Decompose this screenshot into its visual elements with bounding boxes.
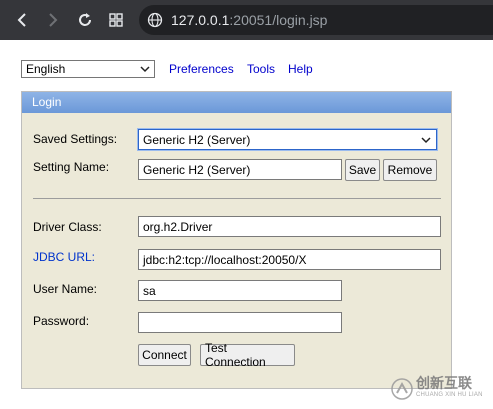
apps-button[interactable] <box>102 6 130 34</box>
saved-settings-select[interactable]: Generic H2 (Server) <box>138 129 437 150</box>
globe-icon <box>147 12 163 28</box>
chevron-down-icon <box>421 137 431 144</box>
password-input[interactable] <box>138 312 342 333</box>
browser-toolbar: 127.0.0.1:20051/login.jsp <box>0 0 493 40</box>
tools-link[interactable]: Tools <box>247 62 275 76</box>
watermark: 创新互联 CHUANG XIN HU LIAN <box>391 369 493 409</box>
driver-class-label: Driver Class: <box>33 220 102 234</box>
login-panel: Login Saved Settings: Generic H2 (Server… <box>21 91 452 389</box>
language-select[interactable]: English <box>21 60 155 78</box>
watermark-main: 创新互联 <box>416 375 472 391</box>
preferences-link[interactable]: Preferences <box>169 62 234 76</box>
save-button[interactable]: Save <box>345 159 380 181</box>
password-label: Password: <box>33 314 90 328</box>
setting-name-label: Setting Name: <box>33 160 110 174</box>
back-icon <box>17 13 26 27</box>
reload-icon <box>79 13 91 26</box>
chevron-down-icon <box>140 66 150 73</box>
url-text: 127.0.0.1:20051/login.jsp <box>171 12 327 28</box>
connect-button[interactable]: Connect <box>138 344 191 366</box>
jdbc-url-input[interactable]: jdbc:h2:tcp://localhost:20050/X <box>138 249 441 270</box>
jdbc-url-link[interactable]: JDBC URL: <box>33 250 95 264</box>
saved-settings-label: Saved Settings: <box>33 132 118 146</box>
back-button[interactable] <box>8 6 36 34</box>
divider <box>33 198 441 199</box>
reload-button[interactable] <box>71 6 99 34</box>
url-host: 127.0.0.1 <box>171 12 230 28</box>
forward-button[interactable] <box>39 6 67 34</box>
watermark-sub: CHUANG XIN HU LIAN <box>416 392 483 398</box>
driver-class-input[interactable]: org.h2.Driver <box>138 216 441 237</box>
login-title: Login <box>22 92 451 113</box>
apps-icon <box>109 13 123 27</box>
help-link[interactable]: Help <box>288 62 313 76</box>
test-connection-button[interactable]: Test Connection <box>200 341 295 369</box>
url-path: :20051/login.jsp <box>229 12 328 28</box>
address-bar[interactable]: 127.0.0.1:20051/login.jsp <box>139 5 493 35</box>
saved-settings-value: Generic H2 (Server) <box>143 132 251 147</box>
user-name-label: User Name: <box>33 282 98 296</box>
setting-name-input[interactable]: Generic H2 (Server) <box>138 159 342 180</box>
language-value: English <box>26 62 66 76</box>
user-name-input[interactable]: sa <box>138 280 342 301</box>
remove-button[interactable]: Remove <box>383 159 437 181</box>
watermark-logo-icon <box>391 378 413 400</box>
forward-icon <box>49 13 58 27</box>
